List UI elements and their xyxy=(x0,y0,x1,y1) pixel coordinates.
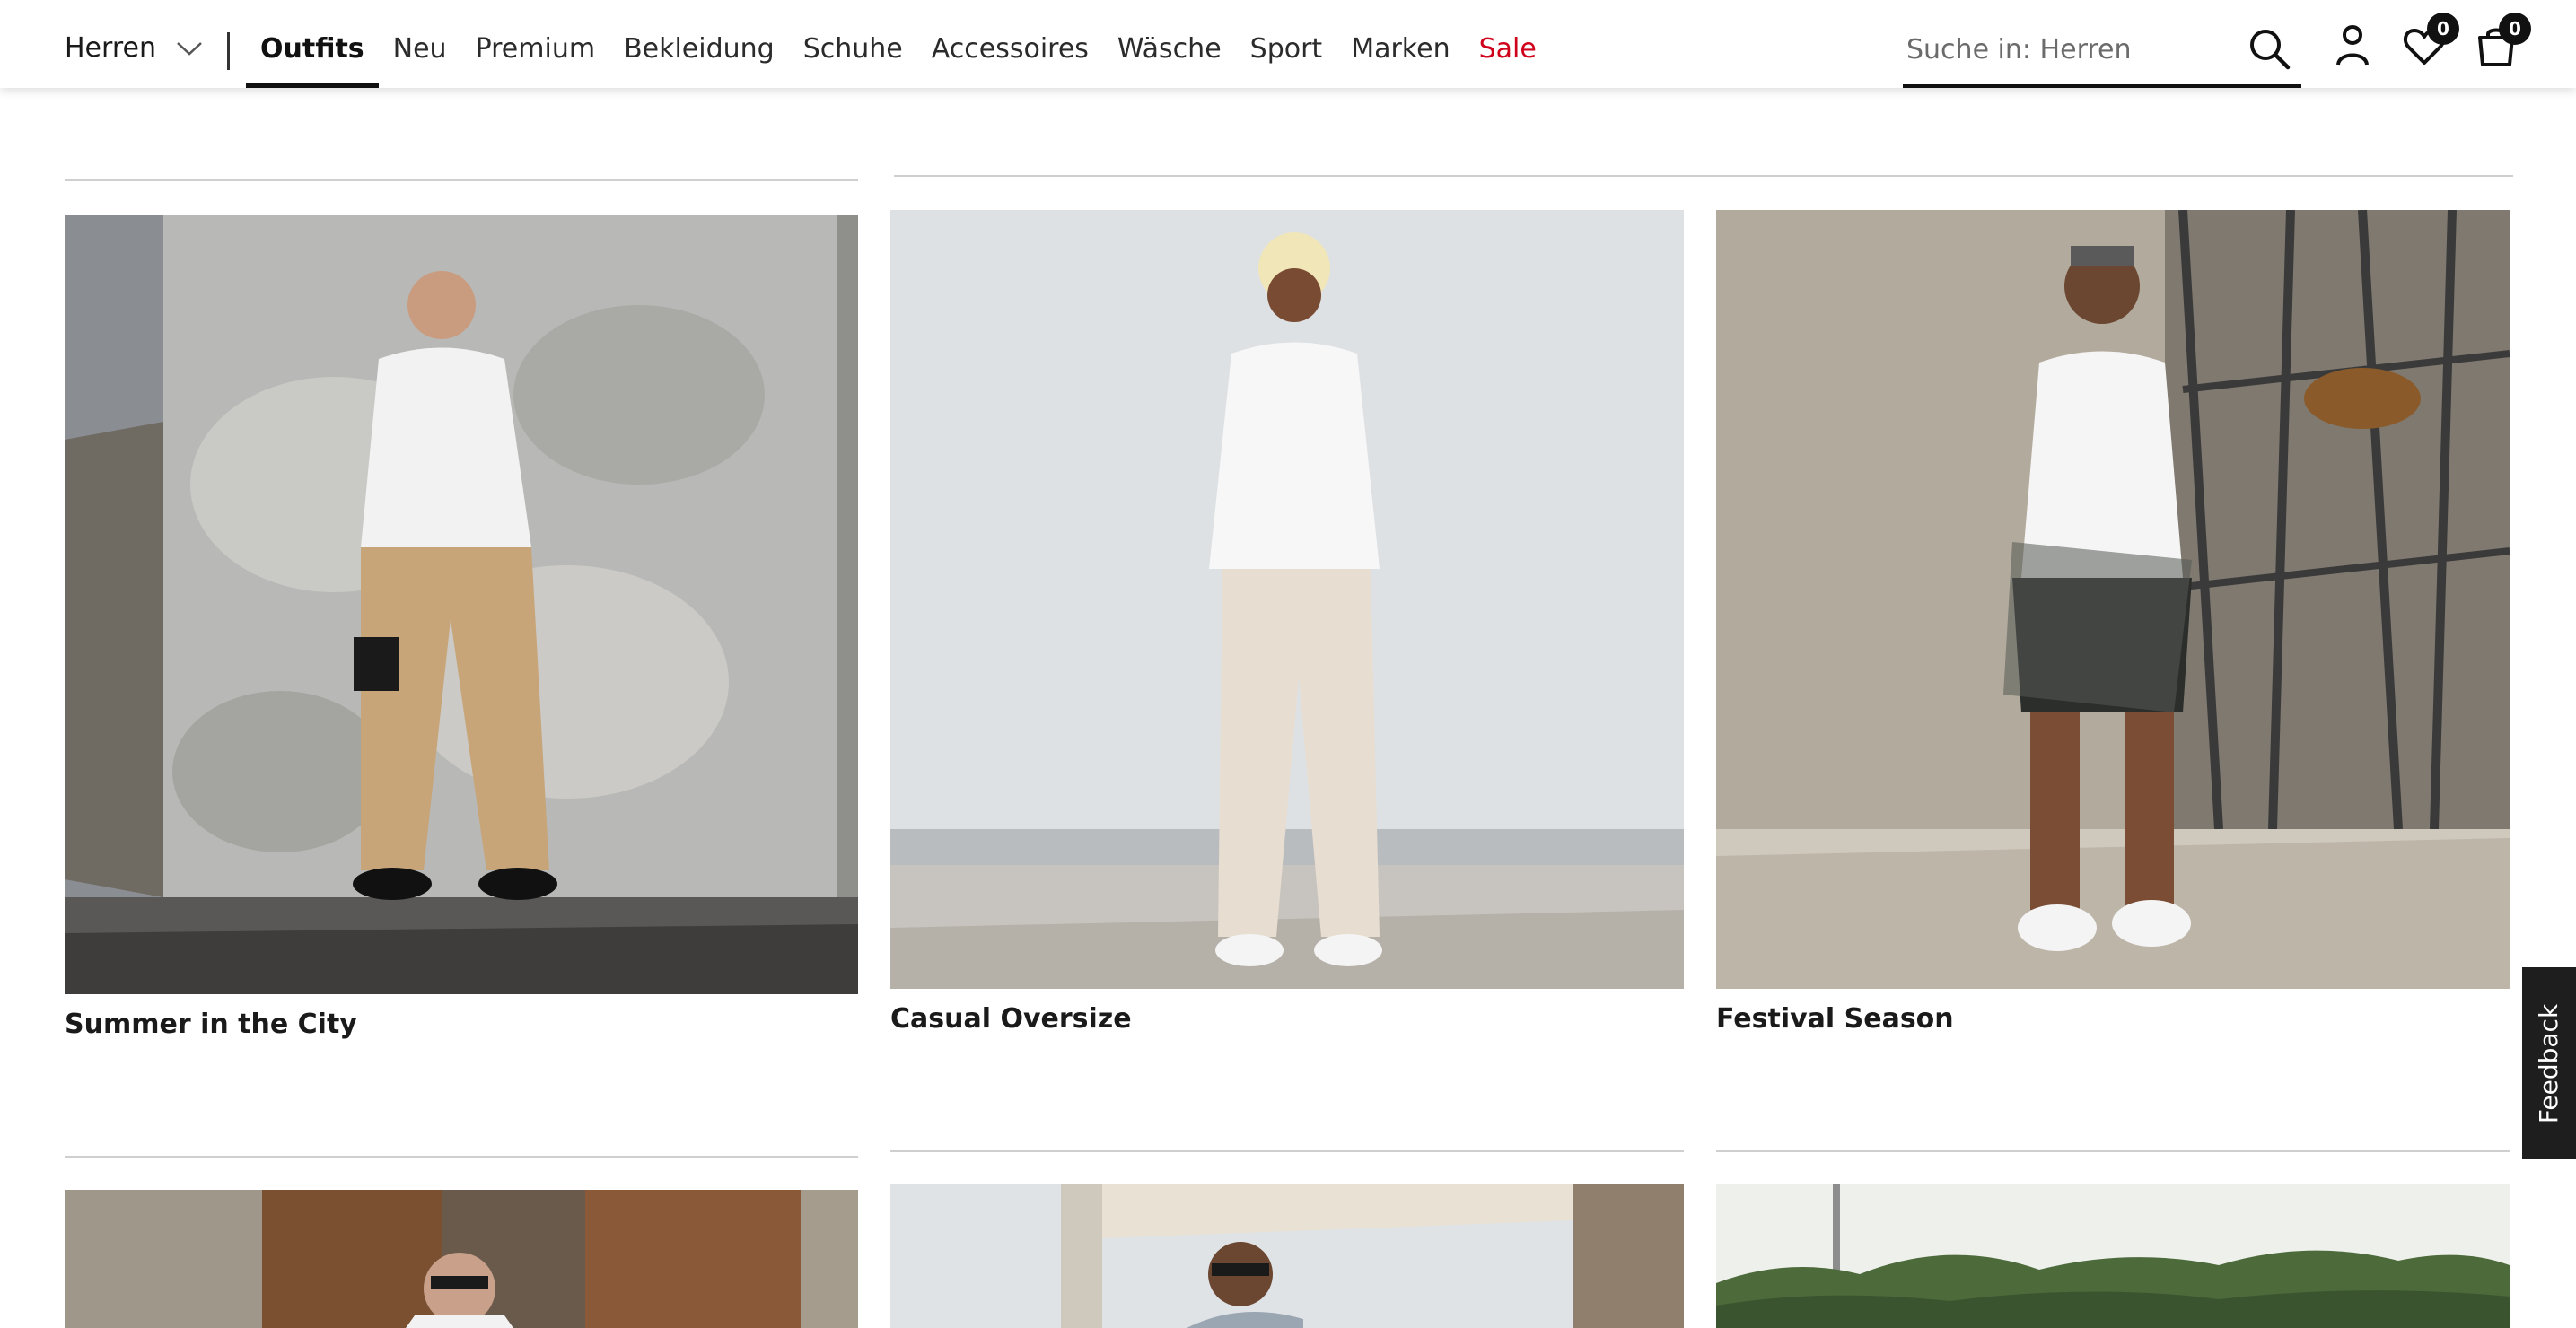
nav-item-neu[interactable]: Neu xyxy=(379,0,461,88)
outfit-card-6[interactable] xyxy=(1716,1184,2510,1328)
nav-item-bekleidung[interactable]: Bekleidung xyxy=(609,0,789,88)
top-navigation-bar: Herren Outfits Neu Premium Bekleidung Sc… xyxy=(0,0,2576,88)
outfit-card-5[interactable] xyxy=(890,1184,1684,1328)
main-category-nav: Outfits Neu Premium Bekleidung Schuhe Ac… xyxy=(246,0,1551,88)
outfit-card-1[interactable]: Summer in the City xyxy=(65,215,858,1041)
outfit-title[interactable]: Casual Oversize xyxy=(890,1003,1132,1035)
outfit-photo[interactable] xyxy=(890,210,1684,989)
user-icon xyxy=(2336,25,2369,66)
feedback-tab[interactable]: Feedback xyxy=(2522,967,2576,1159)
outfit-photo[interactable] xyxy=(1716,210,2510,989)
divider xyxy=(890,1150,1684,1152)
divider xyxy=(894,175,2513,177)
chevron-down-icon xyxy=(177,41,202,56)
outfit-card-4[interactable] xyxy=(65,1190,858,1328)
search-icon[interactable] xyxy=(2247,27,2291,70)
nav-item-schuhe[interactable]: Schuhe xyxy=(789,0,917,88)
nav-item-accessoires[interactable]: Accessoires xyxy=(917,0,1103,88)
search-input[interactable] xyxy=(1903,18,2226,81)
outfit-photo[interactable] xyxy=(890,1184,1684,1328)
nav-item-marken[interactable]: Marken xyxy=(1336,0,1464,88)
divider xyxy=(65,179,858,181)
search-box xyxy=(1903,18,2301,88)
nav-item-sport[interactable]: Sport xyxy=(1236,0,1337,88)
outfit-title[interactable]: Summer in the City xyxy=(65,1009,357,1040)
nav-item-premium[interactable]: Premium xyxy=(461,0,610,88)
outfit-photo[interactable] xyxy=(65,1190,858,1328)
cart-count-badge: 0 xyxy=(2499,13,2531,45)
gender-selector[interactable]: Herren xyxy=(65,32,203,64)
gender-label: Herren xyxy=(65,32,156,64)
divider xyxy=(1716,1150,2510,1152)
nav-item-sale[interactable]: Sale xyxy=(1465,0,1551,88)
nav-item-waesche[interactable]: Wäsche xyxy=(1103,0,1236,88)
divider xyxy=(65,1156,858,1158)
nav-item-outfits[interactable]: Outfits xyxy=(246,0,379,88)
wishlist-count-badge: 0 xyxy=(2427,13,2459,45)
outfit-title[interactable]: Festival Season xyxy=(1716,1003,1954,1035)
feedback-label: Feedback xyxy=(2534,1003,2564,1123)
outfit-card-2[interactable]: Casual Oversize xyxy=(890,210,1684,1035)
outfit-card-3[interactable]: Festival Season xyxy=(1716,210,2510,1035)
wishlist-button[interactable]: 0 xyxy=(2402,13,2459,68)
outfit-photo[interactable] xyxy=(1716,1184,2510,1328)
header-divider xyxy=(227,32,230,70)
outfit-photo[interactable] xyxy=(65,215,858,994)
cart-button[interactable]: 0 xyxy=(2474,13,2531,68)
account-button[interactable] xyxy=(2330,23,2375,68)
